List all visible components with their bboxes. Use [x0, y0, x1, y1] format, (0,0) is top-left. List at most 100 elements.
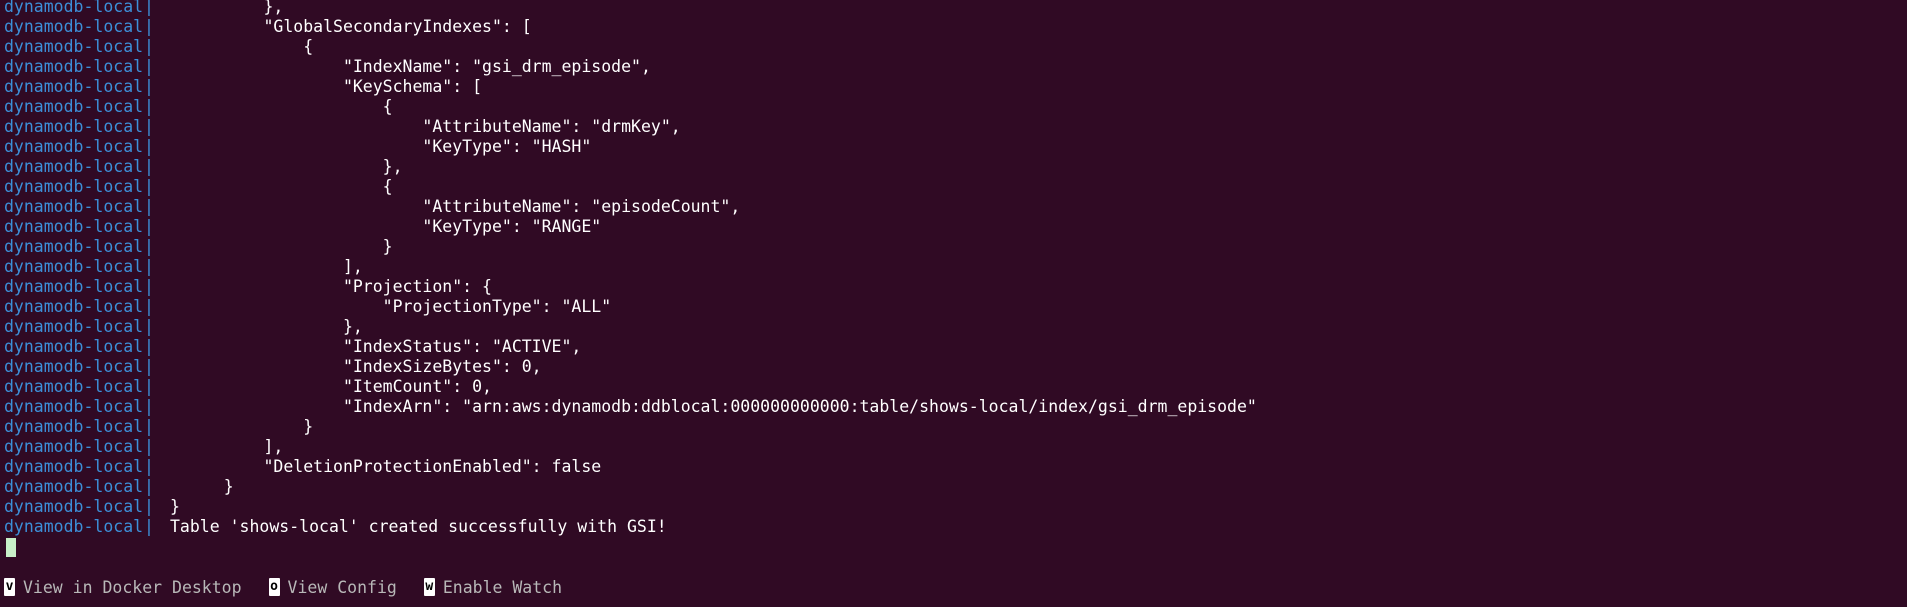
- log-separator: |: [144, 197, 154, 216]
- log-text: "IndexName": "gsi_drm_episode",: [184, 57, 651, 76]
- log-separator: |: [144, 497, 154, 516]
- log-text: "AttributeName": "episodeCount",: [184, 197, 741, 216]
- log-separator: |: [144, 317, 154, 336]
- service-name: dynamodb-local: [4, 257, 144, 276]
- service-name: dynamodb-local: [4, 477, 144, 496]
- log-separator: |: [144, 17, 154, 36]
- log-separator: |: [144, 457, 154, 476]
- service-name: dynamodb-local: [4, 57, 144, 76]
- log-line: dynamodb-local | "DeletionProtectionEnabl…: [4, 457, 1907, 477]
- service-name: dynamodb-local: [4, 317, 144, 336]
- log-separator: |: [144, 297, 154, 316]
- log-separator: |: [144, 437, 154, 456]
- log-text: ],: [184, 437, 284, 456]
- service-name: dynamodb-local: [4, 397, 144, 416]
- log-text: "GlobalSecondaryIndexes": [: [184, 17, 532, 36]
- log-line: dynamodb-local | }: [4, 237, 1907, 257]
- log-line: dynamodb-local | Table 'shows-local' creat…: [4, 517, 1907, 537]
- service-name: dynamodb-local: [4, 417, 144, 436]
- log-line: dynamodb-local | },: [4, 157, 1907, 177]
- log-line: dynamodb-local | "AttributeName": "episod…: [4, 197, 1907, 217]
- log-line: dynamodb-local | "IndexStatus": "ACTIVE",: [4, 337, 1907, 357]
- shortcut-label: Enable Watch: [442, 577, 563, 597]
- log-line: dynamodb-local | "IndexSizeBytes": 0,: [4, 357, 1907, 377]
- service-name: dynamodb-local: [4, 77, 144, 96]
- service-name: dynamodb-local: [4, 97, 144, 116]
- log-line: dynamodb-local |}: [4, 497, 1907, 517]
- shortcut-label: View Config: [287, 577, 397, 597]
- log-text: "KeyType": "RANGE": [184, 217, 602, 236]
- shortcut-label: View in Docker Desktop: [23, 577, 242, 597]
- log-line: dynamodb-local | "GlobalSecondaryIndexes"…: [4, 17, 1907, 37]
- log-text: "AttributeName": "drmKey",: [184, 117, 681, 136]
- service-name: dynamodb-local: [4, 37, 144, 56]
- service-name: dynamodb-local: [4, 497, 144, 516]
- terminal-cursor: [6, 538, 16, 557]
- log-text: "DeletionProtectionEnabled": false: [184, 457, 602, 476]
- log-separator: |: [144, 257, 154, 276]
- log-line: dynamodb-local | "Projection": {: [4, 277, 1907, 297]
- terminal-output: dynamodb-local | }, dynamodb-local | "Glob…: [4, 0, 1907, 537]
- log-text: {: [184, 97, 393, 116]
- log-separator: |: [144, 137, 154, 156]
- service-name: dynamodb-local: [4, 437, 144, 456]
- service-name: dynamodb-local: [4, 217, 144, 236]
- log-text: {: [184, 37, 314, 56]
- log-line: dynamodb-local | ],: [4, 437, 1907, 457]
- footer-shortcuts: v View in Docker Desktop o View Config w…: [4, 576, 589, 598]
- log-text: "KeySchema": [: [184, 77, 483, 96]
- log-separator: |: [144, 417, 154, 436]
- log-text: "Projection": {: [184, 277, 492, 296]
- log-separator: |: [144, 377, 154, 396]
- log-separator: |: [144, 337, 154, 356]
- log-separator: |: [144, 177, 154, 196]
- log-text: }: [184, 237, 393, 256]
- log-separator: |: [144, 77, 154, 96]
- log-text: }: [184, 477, 234, 496]
- shortcut-key-o: o: [268, 578, 280, 596]
- log-separator: |: [144, 277, 154, 296]
- service-name: dynamodb-local: [4, 197, 144, 216]
- log-text: ],: [184, 257, 363, 276]
- log-text: "KeyType": "HASH": [184, 137, 592, 156]
- service-name: dynamodb-local: [4, 377, 144, 396]
- log-separator: |: [144, 117, 154, 136]
- service-name: dynamodb-local: [4, 517, 144, 536]
- view-config-button[interactable]: o View Config: [268, 577, 397, 597]
- log-text: "IndexStatus": "ACTIVE",: [184, 337, 582, 356]
- log-text: "IndexSizeBytes": 0,: [184, 357, 542, 376]
- log-text: "ProjectionType": "ALL": [184, 297, 612, 316]
- log-text: },: [184, 0, 284, 16]
- log-line: dynamodb-local | "KeySchema": [: [4, 77, 1907, 97]
- log-separator: |: [144, 57, 154, 76]
- log-separator: |: [144, 357, 154, 376]
- log-separator: |: [144, 397, 154, 416]
- service-name: dynamodb-local: [4, 0, 144, 16]
- enable-watch-button[interactable]: w Enable Watch: [423, 577, 563, 597]
- service-name: dynamodb-local: [4, 157, 144, 176]
- log-separator: |: [144, 97, 154, 116]
- view-in-docker-desktop-button[interactable]: v View in Docker Desktop: [4, 578, 242, 597]
- log-separator: |: [144, 157, 154, 176]
- log-line: dynamodb-local | "KeyType": "HASH": [4, 137, 1907, 157]
- log-text: },: [184, 317, 363, 336]
- service-name: dynamodb-local: [4, 337, 144, 356]
- log-line: dynamodb-local | "AttributeName": "drmKey…: [4, 117, 1907, 137]
- log-separator: |: [144, 217, 154, 236]
- log-line: dynamodb-local | {: [4, 97, 1907, 117]
- log-text: {: [184, 177, 393, 196]
- log-text: }: [170, 497, 180, 516]
- log-line: dynamodb-local | },: [4, 317, 1907, 337]
- log-text: }: [184, 417, 314, 436]
- service-name: dynamodb-local: [4, 137, 144, 156]
- service-name: dynamodb-local: [4, 457, 144, 476]
- service-name: dynamodb-local: [4, 357, 144, 376]
- log-line: dynamodb-local | "IndexArn": "arn:aws:dyn…: [4, 397, 1907, 417]
- log-line: dynamodb-local | {: [4, 177, 1907, 197]
- log-separator: |: [144, 517, 154, 536]
- log-separator: |: [144, 0, 154, 16]
- log-line: dynamodb-local | "IndexName": "gsi_drm_ep…: [4, 57, 1907, 77]
- log-separator: |: [144, 237, 154, 256]
- log-line: dynamodb-local | {: [4, 37, 1907, 57]
- shortcut-key-w: w: [423, 578, 435, 596]
